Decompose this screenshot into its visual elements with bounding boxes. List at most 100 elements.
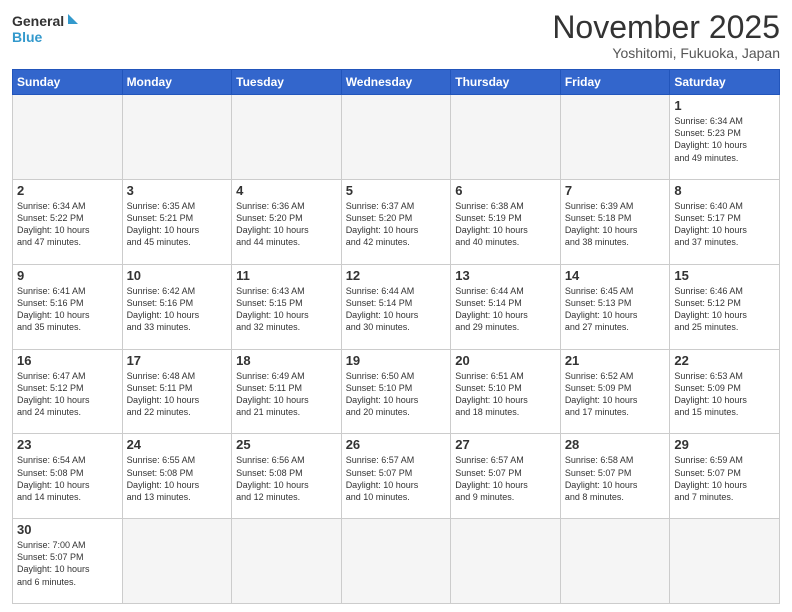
table-row: 16Sunrise: 6:47 AM Sunset: 5:12 PM Dayli…: [13, 349, 123, 434]
day-info: Sunrise: 6:38 AM Sunset: 5:19 PM Dayligh…: [455, 200, 556, 249]
day-info: Sunrise: 6:35 AM Sunset: 5:21 PM Dayligh…: [127, 200, 228, 249]
day-number: 3: [127, 183, 228, 198]
day-number: 11: [236, 268, 337, 283]
day-info: Sunrise: 6:37 AM Sunset: 5:20 PM Dayligh…: [346, 200, 447, 249]
day-number: 23: [17, 437, 118, 452]
day-number: 25: [236, 437, 337, 452]
header-wednesday: Wednesday: [341, 70, 451, 95]
day-info: Sunrise: 6:55 AM Sunset: 5:08 PM Dayligh…: [127, 454, 228, 503]
month-title: November 2025: [552, 10, 780, 45]
table-row: 12 Sunrise: 6:44 AM Sunset: 5:14 PM Dayli…: [341, 264, 451, 349]
day-number: 2: [17, 183, 118, 198]
day-number: 6: [455, 183, 556, 198]
day-number: 17: [127, 353, 228, 368]
table-row: 17 Sunrise: 6:48 AM Sunset: 5:11 PM Dayli…: [122, 349, 232, 434]
table-row: 3 Sunrise: 6:35 AM Sunset: 5:21 PM Daylig…: [122, 179, 232, 264]
day-info: Sunrise: 6:56 AM Sunset: 5:08 PM Dayligh…: [236, 454, 337, 503]
table-row: [341, 519, 451, 604]
day-number: 12: [346, 268, 447, 283]
table-row: 27Sunrise: 6:57 AM Sunset: 5:07 PM Dayli…: [451, 434, 561, 519]
day-info: Sunrise: 6:58 AM Sunset: 5:07 PM Dayligh…: [565, 454, 666, 503]
header-thursday: Thursday: [451, 70, 561, 95]
header-monday: Monday: [122, 70, 232, 95]
header-sunday: Sunday: [13, 70, 123, 95]
day-info: Sunrise: 6:57 AM Sunset: 5:07 PM Dayligh…: [455, 454, 556, 503]
day-info: Sunrise: 6:42 AM Sunset: 5:16 PM Dayligh…: [127, 285, 228, 334]
header: General Blue November 2025 Yoshitomi, Fu…: [12, 10, 780, 61]
day-number: 20: [455, 353, 556, 368]
day-info: Sunrise: 6:49 AM Sunset: 5:11 PM Dayligh…: [236, 370, 337, 419]
logo-svg: General Blue: [12, 10, 82, 46]
day-info: Sunrise: 6:47 AM Sunset: 5:12 PM Dayligh…: [17, 370, 118, 419]
table-row: 25 Sunrise: 6:56 AM Sunset: 5:08 PM Dayli…: [232, 434, 342, 519]
day-info: Sunrise: 6:44 AM Sunset: 5:14 PM Dayligh…: [455, 285, 556, 334]
day-number: 9: [17, 268, 118, 283]
day-info: Sunrise: 6:48 AM Sunset: 5:11 PM Dayligh…: [127, 370, 228, 419]
logo: General Blue: [12, 10, 82, 46]
table-row: 7Sunrise: 6:39 AM Sunset: 5:18 PM Daylig…: [560, 179, 670, 264]
table-row: [122, 519, 232, 604]
calendar-week-row: 9 Sunrise: 6:41 AM Sunset: 5:16 PM Daylig…: [13, 264, 780, 349]
table-row: [560, 95, 670, 180]
day-number: 26: [346, 437, 447, 452]
table-row: [13, 95, 123, 180]
table-row: 11 Sunrise: 6:43 AM Sunset: 5:15 PM Dayli…: [232, 264, 342, 349]
table-row: [122, 95, 232, 180]
table-row: [451, 95, 561, 180]
day-info: Sunrise: 6:46 AM Sunset: 5:12 PM Dayligh…: [674, 285, 775, 334]
day-number: 19: [346, 353, 447, 368]
day-info: Sunrise: 6:39 AM Sunset: 5:18 PM Dayligh…: [565, 200, 666, 249]
subtitle: Yoshitomi, Fukuoka, Japan: [552, 45, 780, 61]
day-number: 30: [17, 522, 118, 537]
table-row: 20 Sunrise: 6:51 AM Sunset: 5:10 PM Dayli…: [451, 349, 561, 434]
table-row: [232, 95, 342, 180]
table-row: 30 Sunrise: 7:00 AM Sunset: 5:07 PM Dayli…: [13, 519, 123, 604]
day-info: Sunrise: 6:45 AM Sunset: 5:13 PM Dayligh…: [565, 285, 666, 334]
day-info: Sunrise: 6:53 AM Sunset: 5:09 PM Dayligh…: [674, 370, 775, 419]
title-section: November 2025 Yoshitomi, Fukuoka, Japan: [552, 10, 780, 61]
day-info: Sunrise: 6:34 AM Sunset: 5:23 PM Dayligh…: [674, 115, 775, 164]
svg-text:Blue: Blue: [12, 29, 43, 45]
day-info: Sunrise: 6:44 AM Sunset: 5:14 PM Dayligh…: [346, 285, 447, 334]
table-row: [232, 519, 342, 604]
table-row: 15Sunrise: 6:46 AM Sunset: 5:12 PM Dayli…: [670, 264, 780, 349]
calendar-body: 1 Sunrise: 6:34 AM Sunset: 5:23 PM Daylig…: [13, 95, 780, 604]
day-number: 29: [674, 437, 775, 452]
table-row: 1 Sunrise: 6:34 AM Sunset: 5:23 PM Daylig…: [670, 95, 780, 180]
svg-text:General: General: [12, 13, 64, 29]
header-friday: Friday: [560, 70, 670, 95]
table-row: 4Sunrise: 6:36 AM Sunset: 5:20 PM Daylig…: [232, 179, 342, 264]
day-number: 4: [236, 183, 337, 198]
calendar-table: Sunday Monday Tuesday Wednesday Thursday…: [12, 69, 780, 604]
day-number: 14: [565, 268, 666, 283]
table-row: 10 Sunrise: 6:42 AM Sunset: 5:16 PM Dayli…: [122, 264, 232, 349]
day-number: 1: [674, 98, 775, 113]
table-row: 8 Sunrise: 6:40 AM Sunset: 5:17 PM Daylig…: [670, 179, 780, 264]
day-info: Sunrise: 6:59 AM Sunset: 5:07 PM Dayligh…: [674, 454, 775, 503]
day-info: Sunrise: 6:50 AM Sunset: 5:10 PM Dayligh…: [346, 370, 447, 419]
page: General Blue November 2025 Yoshitomi, Fu…: [0, 0, 792, 612]
day-info: Sunrise: 7:00 AM Sunset: 5:07 PM Dayligh…: [17, 539, 118, 588]
day-number: 10: [127, 268, 228, 283]
table-row: 6 Sunrise: 6:38 AM Sunset: 5:19 PM Daylig…: [451, 179, 561, 264]
table-row: 9 Sunrise: 6:41 AM Sunset: 5:16 PM Daylig…: [13, 264, 123, 349]
day-info: Sunrise: 6:41 AM Sunset: 5:16 PM Dayligh…: [17, 285, 118, 334]
table-row: 29 Sunrise: 6:59 AM Sunset: 5:07 PM Dayli…: [670, 434, 780, 519]
table-row: 5Sunrise: 6:37 AM Sunset: 5:20 PM Daylig…: [341, 179, 451, 264]
day-number: 21: [565, 353, 666, 368]
day-number: 8: [674, 183, 775, 198]
table-row: 22Sunrise: 6:53 AM Sunset: 5:09 PM Dayli…: [670, 349, 780, 434]
day-info: Sunrise: 6:51 AM Sunset: 5:10 PM Dayligh…: [455, 370, 556, 419]
table-row: 21Sunrise: 6:52 AM Sunset: 5:09 PM Dayli…: [560, 349, 670, 434]
day-info: Sunrise: 6:40 AM Sunset: 5:17 PM Dayligh…: [674, 200, 775, 249]
day-number: 18: [236, 353, 337, 368]
table-row: [560, 519, 670, 604]
header-tuesday: Tuesday: [232, 70, 342, 95]
calendar-week-row: 16Sunrise: 6:47 AM Sunset: 5:12 PM Dayli…: [13, 349, 780, 434]
table-row: 13Sunrise: 6:44 AM Sunset: 5:14 PM Dayli…: [451, 264, 561, 349]
day-info: Sunrise: 6:43 AM Sunset: 5:15 PM Dayligh…: [236, 285, 337, 334]
table-row: 28Sunrise: 6:58 AM Sunset: 5:07 PM Dayli…: [560, 434, 670, 519]
table-row: [341, 95, 451, 180]
table-row: 2Sunrise: 6:34 AM Sunset: 5:22 PM Daylig…: [13, 179, 123, 264]
calendar-week-row: 23Sunrise: 6:54 AM Sunset: 5:08 PM Dayli…: [13, 434, 780, 519]
